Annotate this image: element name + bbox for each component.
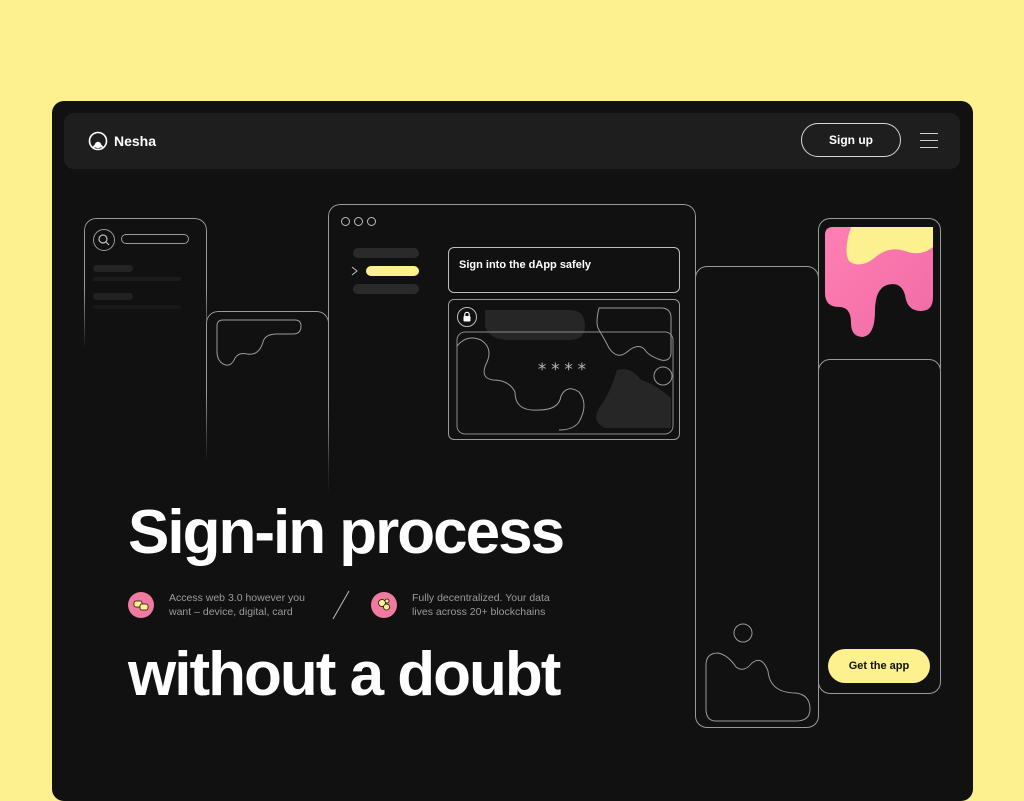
feature-text: Fully decentralized. Your data lives acr…: [412, 592, 550, 618]
illustration-search-card: [84, 218, 207, 349]
illustration-phone-tall: [695, 266, 819, 728]
password-mask: ****: [537, 360, 590, 380]
sign-in-card-title: Sign into the dApp safely: [459, 259, 592, 271]
search-bar-outline: [121, 234, 189, 244]
divider: [332, 590, 350, 620]
skeleton-line: [93, 293, 133, 300]
gradient-blob: [825, 227, 933, 337]
top-navbar: Nesha Sign up: [64, 113, 960, 169]
feature-text: Access web 3.0 however you want – device…: [169, 592, 305, 618]
illustration-gradient-card: [818, 218, 941, 369]
phone-blob-shape: [705, 623, 811, 722]
search-icon: [93, 229, 115, 251]
window-dots: [341, 217, 376, 226]
hero-headline-top: Sign-in process: [128, 498, 565, 567]
nesha-logo-icon: [88, 131, 108, 151]
hero-headline-bottom: without a doubt: [128, 640, 561, 709]
menu-skeleton: [353, 248, 419, 258]
devices-icon: [128, 592, 154, 618]
sign-up-button[interactable]: Sign up: [801, 123, 901, 157]
blob-shape: [216, 319, 302, 366]
illustration-app-card: [818, 359, 941, 694]
skeleton-line: [93, 305, 181, 309]
feature-item: Fully decentralized. Your data lives acr…: [371, 591, 562, 619]
menu-item-active: [366, 266, 419, 276]
password-panel: ****: [448, 299, 680, 440]
feature-list: Access web 3.0 however you want – device…: [128, 590, 562, 620]
brand-name: Nesha: [114, 133, 157, 149]
brand-logo[interactable]: Nesha: [88, 131, 156, 151]
skeleton-line: [93, 265, 133, 272]
hamburger-menu-icon[interactable]: [920, 133, 938, 149]
sign-in-card: Sign into the dApp safely: [448, 247, 680, 293]
chevron-right-icon: [351, 266, 358, 276]
illustration-blob-card: [206, 311, 329, 462]
blockchain-icon: [371, 592, 397, 618]
feature-item: Access web 3.0 however you want – device…: [128, 591, 319, 619]
menu-skeleton: [353, 284, 419, 294]
lock-icon: [457, 307, 477, 327]
skeleton-line: [93, 277, 181, 281]
get-the-app-button[interactable]: Get the app: [828, 649, 930, 683]
